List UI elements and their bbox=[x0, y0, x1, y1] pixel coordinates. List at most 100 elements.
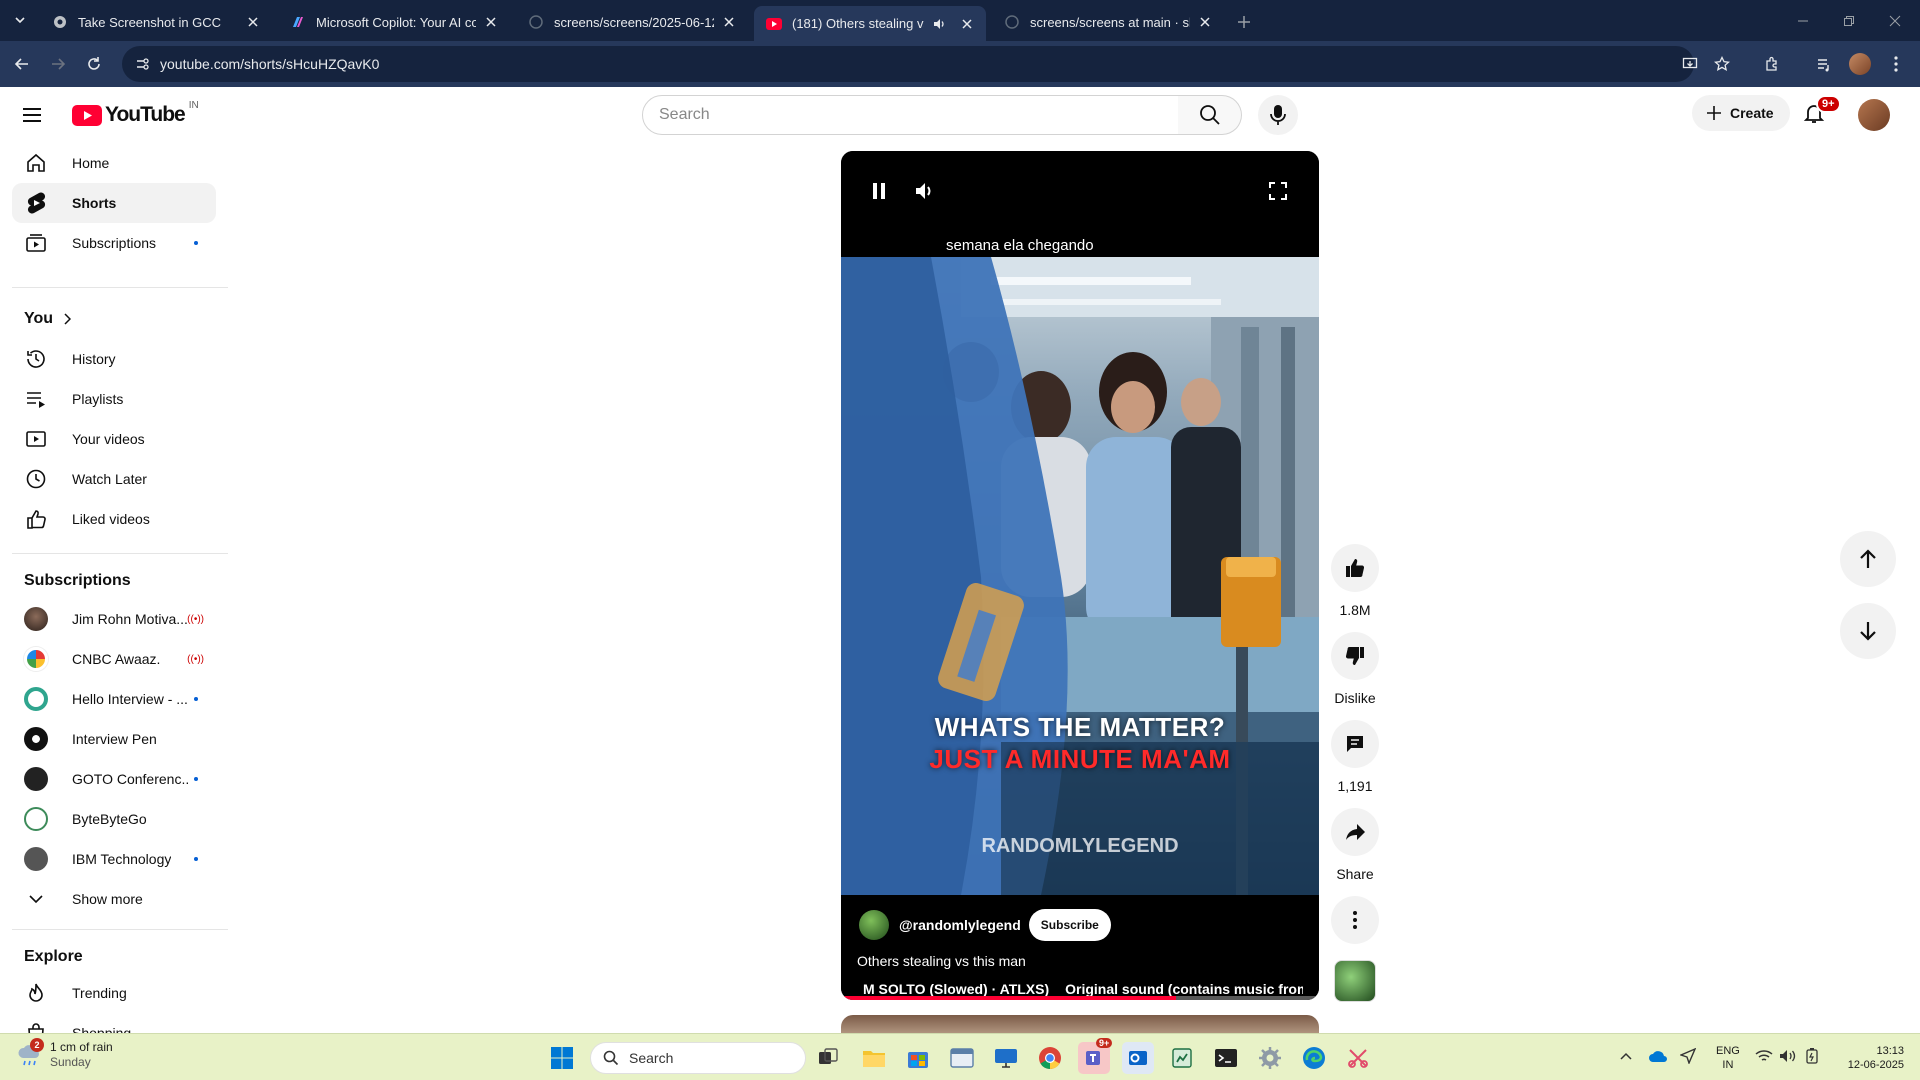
language-indicator[interactable]: ENG IN bbox=[1716, 1044, 1740, 1072]
browser-tab-active[interactable]: (181) Others stealing vs this bbox=[754, 6, 986, 41]
like-button[interactable] bbox=[1331, 544, 1379, 592]
show-more-button[interactable]: Show more bbox=[12, 879, 216, 919]
minimize-button[interactable] bbox=[1780, 0, 1826, 41]
sidebar-item-liked-videos[interactable]: Liked videos bbox=[12, 499, 216, 539]
shorts-player[interactable]: semana ela chegando WHATS THE MATTER? JU… bbox=[841, 151, 1319, 1000]
onedrive-icon[interactable] bbox=[1648, 1046, 1668, 1066]
restore-button[interactable] bbox=[1826, 0, 1872, 41]
chevron-up-icon[interactable] bbox=[1616, 1046, 1636, 1066]
comments-action[interactable]: 1,191 bbox=[1331, 720, 1379, 794]
sidebar-item-shorts[interactable]: Shorts bbox=[12, 183, 216, 223]
close-icon[interactable] bbox=[958, 15, 976, 33]
taskbar-search-input[interactable]: Search bbox=[590, 1042, 806, 1074]
extensions-icon[interactable] bbox=[1760, 52, 1784, 76]
notifications-button[interactable]: 9+ bbox=[1802, 95, 1841, 129]
install-app-icon[interactable] bbox=[1678, 52, 1702, 76]
volume-icon[interactable] bbox=[1778, 1046, 1798, 1066]
microsoft-store-icon[interactable] bbox=[902, 1042, 934, 1074]
search-input[interactable]: Search bbox=[642, 95, 1179, 135]
close-icon[interactable] bbox=[1196, 13, 1214, 31]
share-action[interactable]: Share bbox=[1331, 808, 1379, 882]
more-vert-icon[interactable] bbox=[1884, 52, 1908, 76]
remote-desktop-icon[interactable] bbox=[990, 1042, 1022, 1074]
chrome-icon[interactable] bbox=[1034, 1042, 1066, 1074]
like-action[interactable]: 1.8M bbox=[1331, 544, 1379, 618]
progress-bar[interactable] bbox=[841, 996, 1319, 1000]
menu-icon[interactable] bbox=[20, 103, 44, 127]
system-clock[interactable]: 13:13 12-06-2025 bbox=[1840, 1044, 1904, 1072]
snipping-tool-icon[interactable] bbox=[1342, 1042, 1374, 1074]
voice-search-button[interactable] bbox=[1258, 95, 1298, 135]
location-icon[interactable] bbox=[1678, 1046, 1698, 1066]
browser-tab[interactable]: Take Screenshot in GCC bbox=[40, 6, 272, 38]
close-window-button[interactable] bbox=[1872, 0, 1918, 41]
tab-search-dropdown[interactable] bbox=[8, 8, 32, 32]
more-button[interactable] bbox=[1331, 896, 1379, 944]
close-icon[interactable] bbox=[244, 13, 262, 31]
short-title[interactable]: Others stealing vs this man bbox=[857, 953, 1026, 969]
close-icon[interactable] bbox=[482, 13, 500, 31]
you-section-heading[interactable]: You bbox=[24, 310, 72, 328]
battery-icon[interactable] bbox=[1802, 1046, 1822, 1066]
next-short-preview[interactable] bbox=[841, 1015, 1319, 1035]
wifi-icon[interactable] bbox=[1754, 1046, 1774, 1066]
sidebar-item-trending[interactable]: Trending bbox=[12, 973, 216, 1013]
dislike-action[interactable]: Dislike bbox=[1331, 632, 1379, 706]
settings-gear-icon[interactable] bbox=[1254, 1042, 1286, 1074]
channel-handle[interactable]: @randomlylegend bbox=[899, 917, 1021, 933]
dislike-button[interactable] bbox=[1331, 632, 1379, 680]
sidebar-item-history[interactable]: History bbox=[12, 339, 216, 379]
browser-tab[interactable]: screens/screens at main · shubh bbox=[992, 6, 1224, 38]
share-button[interactable] bbox=[1331, 808, 1379, 856]
subscribe-button[interactable]: Subscribe bbox=[1028, 909, 1111, 941]
browser-tab[interactable]: screens/screens/2025-06-12_0! bbox=[516, 6, 748, 38]
next-short-button[interactable] bbox=[1840, 603, 1896, 659]
address-bar[interactable]: youtube.com/shorts/sHcuHZQavK0 bbox=[122, 46, 1694, 82]
sidebar-item-subscription[interactable]: Jim Rohn Motiva... ((•)) bbox=[12, 599, 216, 639]
window-app-icon[interactable] bbox=[946, 1042, 978, 1074]
reload-button[interactable] bbox=[82, 52, 106, 76]
bookmark-star-icon[interactable] bbox=[1710, 52, 1734, 76]
comments-button[interactable] bbox=[1331, 720, 1379, 768]
more-actions[interactable] bbox=[1331, 896, 1379, 944]
sidebar-item-subscription[interactable]: CNBC Awaaz. ((•)) bbox=[12, 639, 216, 679]
video-frame[interactable]: WHATS THE MATTER? JUST A MINUTE MA'AM RA… bbox=[841, 257, 1319, 895]
edge-icon[interactable] bbox=[1298, 1042, 1330, 1074]
search-button[interactable] bbox=[1178, 95, 1242, 135]
sidebar-item-playlists[interactable]: Playlists bbox=[12, 379, 216, 419]
youtube-logo[interactable]: YouTube IN bbox=[72, 100, 199, 127]
excel-icon[interactable] bbox=[1166, 1042, 1198, 1074]
forward-button[interactable] bbox=[46, 52, 70, 76]
speaker-icon[interactable] bbox=[930, 15, 948, 33]
profile-avatar[interactable] bbox=[1848, 52, 1872, 76]
avatar[interactable] bbox=[1858, 99, 1890, 131]
create-button[interactable]: Create bbox=[1692, 95, 1790, 131]
media-control-icon[interactable] bbox=[1812, 52, 1836, 76]
sidebar-item-home[interactable]: Home bbox=[12, 143, 216, 183]
task-view-icon[interactable] bbox=[812, 1042, 844, 1074]
terminal-icon[interactable] bbox=[1210, 1042, 1242, 1074]
weather-widget[interactable]: 2 1 cm of rain Sunday bbox=[16, 1038, 113, 1070]
pause-icon[interactable] bbox=[867, 179, 891, 203]
sidebar-item-watch-later[interactable]: Watch Later bbox=[12, 459, 216, 499]
sidebar-item-shopping[interactable]: Shopping bbox=[12, 1013, 216, 1033]
channel-avatar[interactable] bbox=[859, 910, 889, 940]
sidebar-item-your-videos[interactable]: Your videos bbox=[12, 419, 216, 459]
sidebar-item-subscription[interactable]: IBM Technology bbox=[12, 839, 216, 879]
sidebar-item-subscription[interactable]: Interview Pen bbox=[12, 719, 216, 759]
sidebar-item-subscription[interactable]: GOTO Conferenc... bbox=[12, 759, 216, 799]
windows-start-icon[interactable] bbox=[546, 1042, 578, 1074]
close-icon[interactable] bbox=[720, 13, 738, 31]
previous-short-button[interactable] bbox=[1840, 531, 1896, 587]
fullscreen-icon[interactable] bbox=[1266, 179, 1290, 203]
sidebar-item-subscription[interactable]: ByteByteGo bbox=[12, 799, 216, 839]
back-button[interactable] bbox=[10, 52, 34, 76]
sound-row[interactable]: M SOLTO (Slowed) · ATLXS) Original sound… bbox=[857, 981, 1303, 997]
sidebar-item-subscription[interactable]: Hello Interview - ... bbox=[12, 679, 216, 719]
sidebar-item-subscriptions[interactable]: Subscriptions bbox=[12, 223, 216, 263]
outlook-icon[interactable] bbox=[1122, 1042, 1154, 1074]
file-explorer-icon[interactable] bbox=[858, 1042, 890, 1074]
remix-sound-thumbnail[interactable] bbox=[1334, 960, 1376, 1002]
volume-icon[interactable] bbox=[913, 179, 937, 203]
teams-icon[interactable]: 9+ bbox=[1078, 1038, 1113, 1074]
